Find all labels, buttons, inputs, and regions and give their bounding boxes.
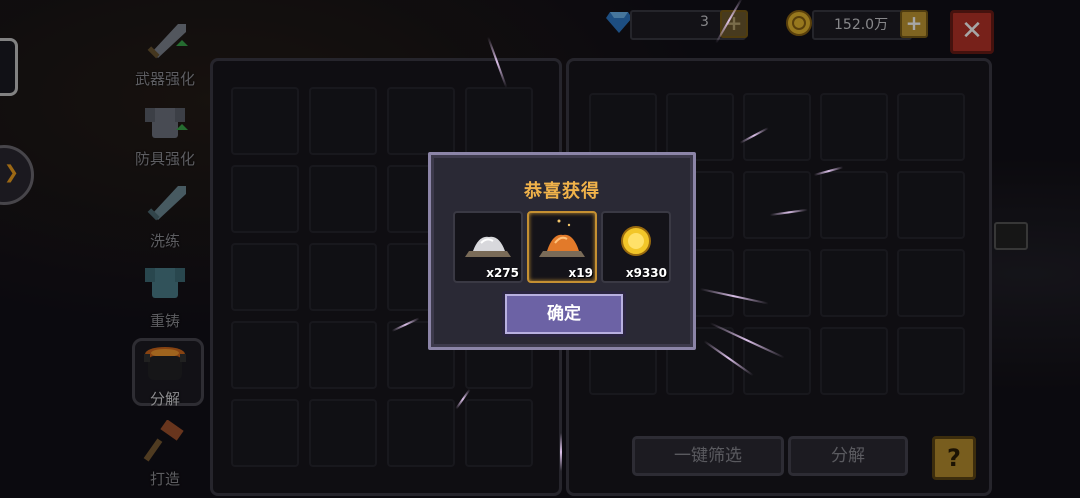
reward-dialog: 恭喜获得 x275 x19 x9330 确定 [428, 152, 696, 350]
dialog-title: 恭喜获得 [524, 181, 600, 202]
reward-item[interactable]: x9330 [601, 211, 671, 283]
reward-item[interactable]: x275 [453, 211, 523, 283]
gold-coin-icon [621, 226, 651, 256]
reward-item[interactable]: x19 [527, 211, 597, 283]
confirm-button[interactable]: 确定 [502, 291, 626, 337]
reward-quantity: x19 [568, 266, 593, 280]
reward-quantity: x275 [486, 266, 519, 280]
white-dust-icon [465, 236, 511, 257]
light-streak [560, 433, 562, 471]
orange-dust-icon [539, 219, 585, 257]
reward-quantity: x9330 [625, 266, 667, 280]
